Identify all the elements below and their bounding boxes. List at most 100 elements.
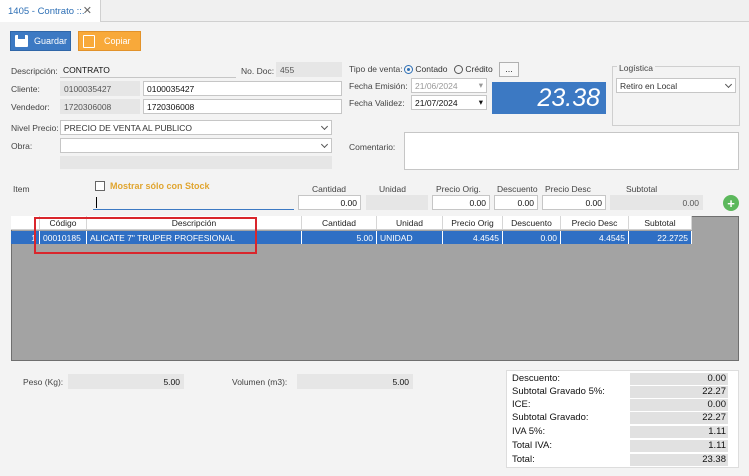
cliente-input[interactable]: 0100035427 xyxy=(143,81,342,96)
summary-label: ICE: xyxy=(512,399,531,410)
grid-header-precio-orig[interactable]: Precio Orig xyxy=(443,216,503,229)
add-item-button[interactable]: + xyxy=(723,195,739,211)
credito-radio-group[interactable]: Crédito xyxy=(454,64,493,75)
copy-button-label: Copiar xyxy=(104,36,131,46)
cantidad-col-label: Cantidad xyxy=(312,184,347,194)
comentario-label: Comentario: xyxy=(349,142,396,152)
descripcion-input[interactable]: CONTRATO xyxy=(60,63,236,78)
logistica-value: Retiro en Local xyxy=(620,80,678,91)
volumen-field: 5.00 xyxy=(297,374,413,389)
summary-label: Subtotal Gravado: xyxy=(512,412,589,423)
summary-row-subtotal-gravado: Subtotal Gravado: 22.27 xyxy=(512,412,736,424)
nivel-precio-select[interactable]: PRECIO DE VENTA AL PUBLICO xyxy=(60,120,332,135)
cantidad-input[interactable]: 0.00 xyxy=(298,195,361,210)
unidad-field xyxy=(366,195,428,210)
summary-label: Subtotal Gravado 5%: xyxy=(512,386,605,397)
tipo-venta-label: Tipo de venta: xyxy=(349,64,403,74)
summary-label: IVA 5%: xyxy=(512,426,546,437)
subtotal-col-label: Subtotal xyxy=(626,184,658,194)
peso-field: 5.00 xyxy=(68,374,184,389)
obra-label: Obra: xyxy=(11,141,33,151)
stock-checkbox[interactable] xyxy=(95,181,105,191)
row-descuento: 0.00 xyxy=(503,231,561,244)
precio-desc-col-label: Precio Desc xyxy=(545,184,591,194)
row-precio-orig: 4.4545 xyxy=(443,231,503,244)
total-display: 23.38 xyxy=(492,82,606,114)
vendedor-code-field: 1720306008 xyxy=(60,99,140,114)
obra-detail-field xyxy=(60,156,332,169)
descuento-input[interactable]: 0.00 xyxy=(494,195,538,210)
contado-radio[interactable] xyxy=(404,65,413,75)
nodoc-label: No. Doc: xyxy=(241,66,275,76)
cliente-label: Cliente: xyxy=(11,84,40,94)
summary-value: 23.38 xyxy=(630,454,728,466)
fecha-emision-picker: 21/06/2024 ▾ xyxy=(411,78,487,93)
logistica-group xyxy=(612,66,740,126)
summary-row-total-iva: Total IVA: 1.11 xyxy=(512,440,736,452)
text-cursor xyxy=(96,196,97,208)
vendedor-label: Vendedor: xyxy=(11,102,50,112)
fecha-validez-picker[interactable]: 21/07/2024 ▾ xyxy=(411,95,487,110)
save-icon xyxy=(15,35,28,47)
vendedor-input[interactable]: 1720306008 xyxy=(143,99,342,114)
save-button-label: Guardar xyxy=(34,36,68,46)
stock-checkbox-label[interactable]: Mostrar sólo con Stock xyxy=(110,181,210,191)
summary-value: 22.27 xyxy=(630,412,728,424)
unidad-col-label: Unidad xyxy=(379,184,406,194)
copy-icon xyxy=(83,34,95,48)
tab-contrato[interactable]: 1405 - Contrato ::. ✕ xyxy=(0,0,101,22)
summary-row-descuento: Descuento: 0.00 xyxy=(512,373,736,385)
precio-desc-input[interactable]: 0.00 xyxy=(542,195,606,210)
fecha-emision-label: Fecha Emisión: xyxy=(349,81,408,91)
summary-row-iva-5: IVA 5%: 1.11 xyxy=(512,426,736,438)
copy-button[interactable]: Copiar xyxy=(78,31,141,51)
fecha-validez-value: 21/07/2024 xyxy=(415,97,458,108)
comentario-input[interactable] xyxy=(404,132,739,170)
precio-orig-input[interactable]: 0.00 xyxy=(432,195,490,210)
grid-header-subtotal[interactable]: Subtotal xyxy=(629,216,692,229)
summary-label: Descuento: xyxy=(512,373,561,384)
credito-label: Crédito xyxy=(465,64,493,74)
calendar-icon: ▾ xyxy=(478,80,483,90)
nivel-precio-value: PRECIO DE VENTA AL PUBLICO xyxy=(64,122,193,133)
subtotal-field: 0.00 xyxy=(610,195,703,210)
grid-header-unidad[interactable]: Unidad xyxy=(377,216,443,229)
tab-bar xyxy=(0,0,749,22)
chevron-down-icon xyxy=(320,122,329,130)
grid-header-cantidad[interactable]: Cantidad xyxy=(302,216,377,229)
contado-label: Contado xyxy=(415,64,448,74)
chevron-down-icon xyxy=(320,140,329,148)
plus-icon: + xyxy=(727,195,735,211)
item-label: Item xyxy=(13,184,30,194)
chevron-down-icon xyxy=(724,80,733,88)
save-button[interactable]: Guardar xyxy=(10,31,71,51)
descuento-col-label: Descuento xyxy=(497,184,538,194)
nodoc-field: 455 xyxy=(276,62,342,77)
summary-panel: Descuento: 0.00 Subtotal Gravado 5%: 22.… xyxy=(506,370,739,468)
grid-header-descuento[interactable]: Descuento xyxy=(503,216,561,229)
obra-select[interactable] xyxy=(60,138,332,153)
item-search-input[interactable] xyxy=(93,195,294,210)
volumen-label: Volumen (m3): xyxy=(232,377,288,387)
summary-row-subtotal-gravado-5: Subtotal Gravado 5%: 22.27 xyxy=(512,386,736,398)
summary-label: Total IVA: xyxy=(512,440,552,451)
close-icon[interactable]: ✕ xyxy=(83,4,92,17)
credito-radio[interactable] xyxy=(454,65,463,75)
descripcion-label: Descripción: xyxy=(11,66,58,76)
fecha-validez-label: Fecha Validez: xyxy=(349,98,405,108)
grid-header-precio-desc[interactable]: Precio Desc xyxy=(561,216,629,229)
summary-value: 0.00 xyxy=(630,373,728,385)
calendar-icon[interactable]: ▾ xyxy=(479,97,483,108)
contado-radio-group[interactable]: Contado xyxy=(404,64,448,75)
nivel-precio-label: Nivel Precio: xyxy=(11,123,59,133)
row-cantidad: 5.00 xyxy=(302,231,377,244)
row-unidad: UNIDAD xyxy=(377,231,443,244)
logistica-select[interactable]: Retiro en Local xyxy=(616,78,736,93)
summary-value: 22.27 xyxy=(630,386,728,398)
summary-value: 0.00 xyxy=(630,399,728,411)
summary-row-ice: ICE: 0.00 xyxy=(512,399,736,411)
row-subtotal: 22.2725 xyxy=(629,231,692,244)
credito-options-button[interactable]: ... xyxy=(499,62,519,77)
fecha-emision-value: 21/06/2024 xyxy=(415,80,458,91)
row-precio-desc: 4.4545 xyxy=(561,231,629,244)
